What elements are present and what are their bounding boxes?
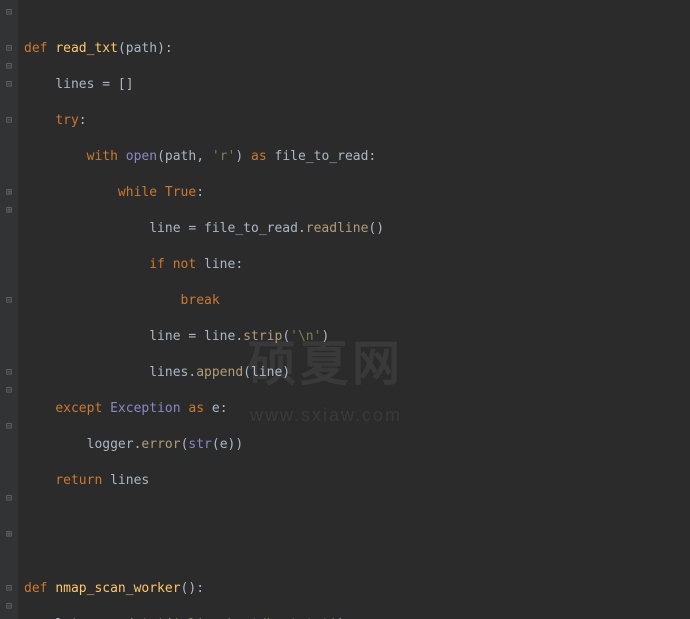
code-line[interactable]: line = line.strip('\n') xyxy=(24,328,690,346)
gutter-row xyxy=(0,220,18,238)
gutter-row xyxy=(0,148,18,166)
gutter-row: ⊟ xyxy=(0,598,18,616)
gutter-row: ⊟ xyxy=(0,76,18,94)
code-area[interactable]: def read_txt(path): lines = [] try: with… xyxy=(18,0,690,619)
code-line[interactable]: while True: xyxy=(24,184,690,202)
fold-open-icon[interactable]: ⊟ xyxy=(4,296,14,306)
code-line[interactable]: def nmap_scan_worker(): xyxy=(24,580,690,598)
gutter-row xyxy=(0,454,18,472)
fold-open-icon[interactable]: ⊟ xyxy=(4,494,14,504)
fold-open-icon[interactable]: ⊟ xyxy=(4,8,14,18)
fold-open-icon[interactable]: ⊟ xyxy=(4,422,14,432)
gutter-row xyxy=(0,346,18,364)
gutter-row: ⊞ xyxy=(0,184,18,202)
code-line xyxy=(24,544,690,562)
gutter-row: ⊟ xyxy=(0,418,18,436)
gutter-row xyxy=(0,166,18,184)
gutter-row xyxy=(0,508,18,526)
gutter-row xyxy=(0,310,18,328)
fold-gutter: ⊟⊟⊟⊟⊟⊞⊞⊟⊟⊟⊟⊟⊞⊟⊟⊟ xyxy=(0,0,18,619)
code-line[interactable]: except Exception as e: xyxy=(24,400,690,418)
gutter-row xyxy=(0,400,18,418)
fold-open-icon[interactable]: ⊟ xyxy=(4,368,14,378)
fold-close-icon[interactable]: ⊞ xyxy=(4,188,14,198)
code-line xyxy=(24,508,690,526)
gutter-row xyxy=(0,328,18,346)
code-line[interactable]: with open(path, 'r') as file_to_read: xyxy=(24,148,690,166)
gutter-row: ⊟ xyxy=(0,58,18,76)
gutter-row: ⊟ xyxy=(0,580,18,598)
gutter-row: ⊟ xyxy=(0,292,18,310)
gutter-row xyxy=(0,274,18,292)
fold-open-icon[interactable]: ⊟ xyxy=(4,386,14,396)
gutter-row xyxy=(0,436,18,454)
code-line[interactable]: lines.append(line) xyxy=(24,364,690,382)
gutter-row: ⊟ xyxy=(0,382,18,400)
gutter-row: ⊟ xyxy=(0,490,18,508)
gutter-row: ⊟ xyxy=(0,112,18,130)
gutter-row xyxy=(0,562,18,580)
gutter-row: ⊞ xyxy=(0,202,18,220)
gutter-row: ⊟ xyxy=(0,364,18,382)
code-editor[interactable]: ⊟⊟⊟⊟⊟⊞⊞⊟⊟⊟⊟⊟⊞⊟⊟⊟ def read_txt(path): lin… xyxy=(0,0,690,619)
fold-open-icon[interactable]: ⊟ xyxy=(4,602,14,612)
gutter-row: ⊟ xyxy=(0,4,18,22)
gutter-row: ⊟ xyxy=(0,40,18,58)
fold-open-icon[interactable]: ⊟ xyxy=(4,116,14,126)
code-line[interactable]: return lines xyxy=(24,472,690,490)
code-line[interactable]: line = file_to_read.readline() xyxy=(24,220,690,238)
code-line[interactable]: lines = [] xyxy=(24,76,690,94)
fold-open-icon[interactable]: ⊟ xyxy=(4,584,14,594)
code-line[interactable]: def read_txt(path): xyxy=(24,40,690,58)
gutter-row xyxy=(0,22,18,40)
fold-close-icon[interactable]: ⊞ xyxy=(4,206,14,216)
code-line[interactable]: try: xyxy=(24,112,690,130)
gutter-row: ⊞ xyxy=(0,526,18,544)
fold-open-icon[interactable]: ⊟ xyxy=(4,44,14,54)
gutter-row xyxy=(0,472,18,490)
fold-close-icon[interactable]: ⊞ xyxy=(4,530,14,540)
code-line[interactable]: break xyxy=(24,292,690,310)
gutter-row xyxy=(0,544,18,562)
code-line[interactable]: if not line: xyxy=(24,256,690,274)
gutter-row xyxy=(0,238,18,256)
gutter-row xyxy=(0,94,18,112)
gutter-row xyxy=(0,130,18,148)
gutter-row xyxy=(0,256,18,274)
code-line[interactable]: logger.error(str(e)) xyxy=(24,436,690,454)
fold-open-icon[interactable]: ⊟ xyxy=(4,80,14,90)
fold-open-icon[interactable]: ⊟ xyxy=(4,62,14,72)
